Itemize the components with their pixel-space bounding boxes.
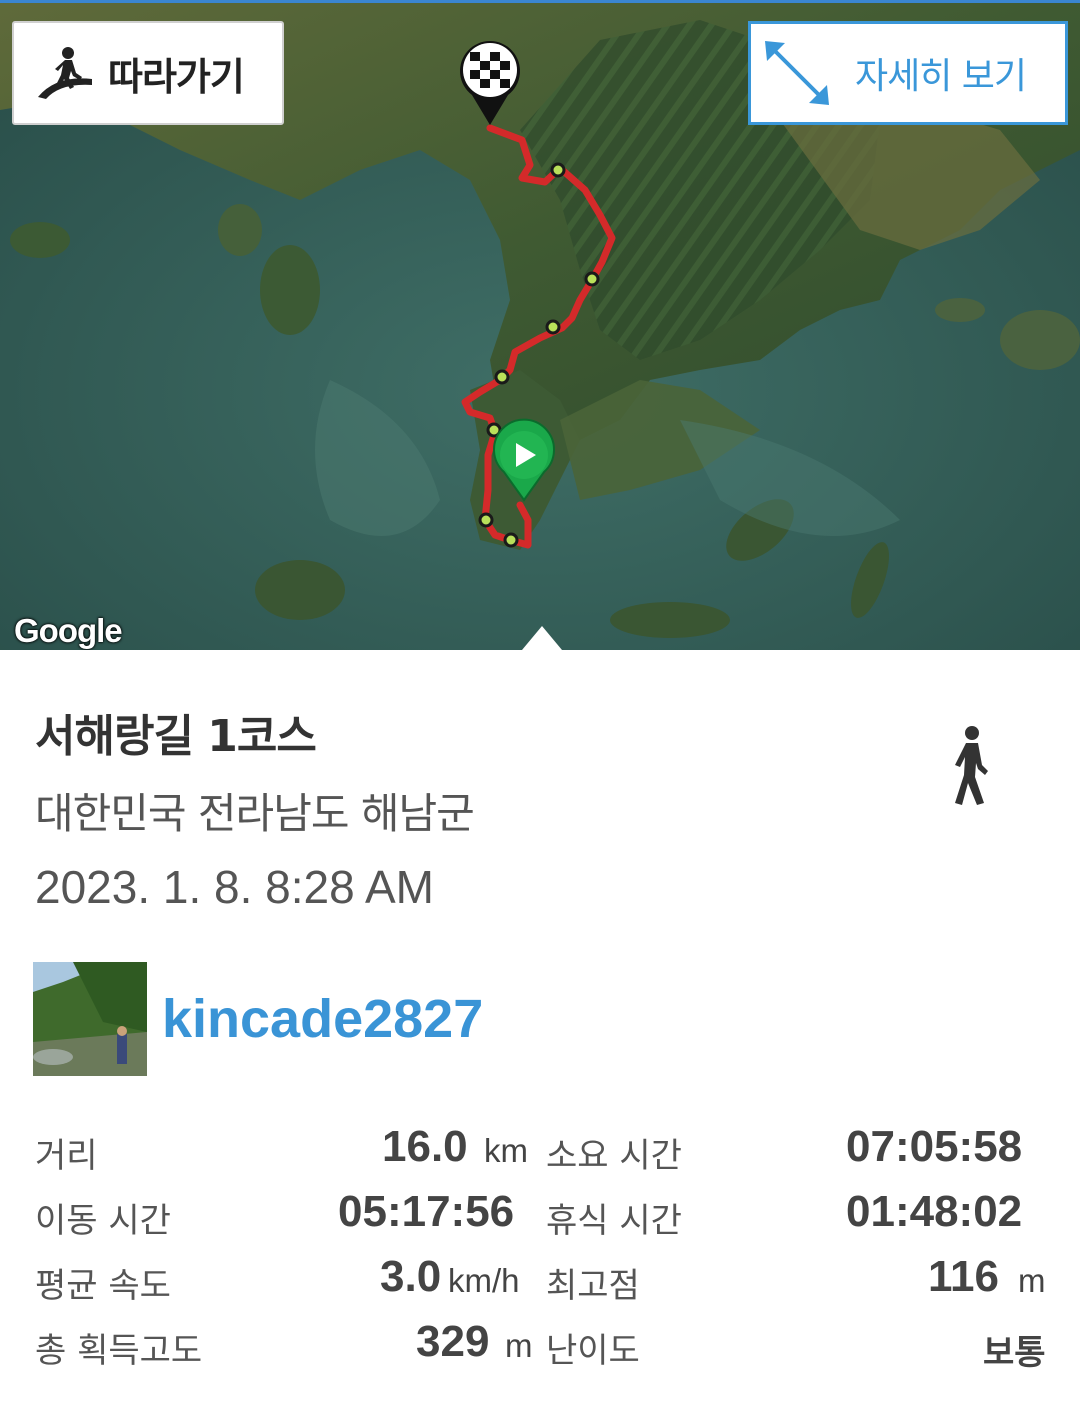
moving-time-value: 05:17:56 — [338, 1187, 515, 1236]
max-altitude-unit: m — [1018, 1262, 1046, 1299]
trip-title: 서해랑길 1코스 — [35, 711, 317, 762]
waypoint-marker[interactable] — [584, 271, 600, 287]
view-details-button[interactable]: 자세히 보기 — [748, 21, 1068, 125]
follow-button[interactable]: 따라가기 — [12, 21, 284, 125]
trip-info-panel: 서해랑길 1코스 대한민국 전라남도 해남군 2023. 1. 8. 8:28 … — [0, 650, 1080, 1401]
stats-row: 이동 시간 05:17:56 휴식 시간 01:48:02 — [0, 1185, 1080, 1250]
waypoint-marker[interactable] — [503, 532, 519, 548]
elevation-gain-label: 총 획득고도 — [35, 1331, 203, 1371]
distance-value: 16.0 — [382, 1122, 468, 1171]
total-time-value: 07:05:58 — [846, 1122, 1023, 1171]
view-details-label: 자세히 보기 — [855, 56, 1027, 97]
walking-icon — [955, 726, 988, 805]
stats-row: 총 획득고도 329 m 난이도 보통 — [0, 1315, 1080, 1380]
trip-location: 대한민국 전라남도 해남군 — [35, 789, 475, 838]
top-accent-line — [0, 0, 1080, 3]
play-icon[interactable] — [493, 418, 555, 502]
avg-speed-label: 평균 속도 — [35, 1266, 171, 1306]
walking-path-icon — [38, 47, 92, 99]
moving-time-label: 이동 시간 — [35, 1201, 171, 1241]
max-altitude-value: 116 — [928, 1252, 999, 1301]
trip-date: 2023. 1. 8. 8:28 AM — [35, 861, 434, 913]
elevation-gain-value: 329 — [416, 1317, 490, 1366]
waypoint-marker[interactable] — [545, 319, 561, 335]
difficulty-value: 보통 — [983, 1334, 1046, 1372]
avatar-photo — [33, 962, 147, 1076]
avg-speed-value: 3.0 — [380, 1252, 442, 1301]
checkered-flag-icon[interactable] — [460, 41, 520, 125]
route-line — [461, 124, 616, 549]
username-link[interactable]: kincade2827 — [162, 988, 483, 1050]
avg-speed-unit: km/h — [448, 1262, 520, 1299]
distance-label: 거리 — [35, 1136, 98, 1176]
expand-icon — [765, 41, 829, 105]
panel-pointer — [522, 626, 562, 650]
stats-row: 평균 속도 3.0 km/h 최고점 116 m — [0, 1250, 1080, 1315]
stats-grid: 거리 16.0 km 소요 시간 07:05:58 이동 시간 05:17:56… — [0, 1120, 1080, 1380]
follow-label: 따라가기 — [108, 54, 245, 99]
waypoint-marker[interactable] — [494, 369, 510, 385]
avatar[interactable] — [33, 962, 147, 1076]
waypoint-marker[interactable] — [478, 512, 494, 528]
map-view[interactable]: 따라가기 자세히 보기 Google — [0, 0, 1080, 650]
stats-row: 거리 16.0 km 소요 시간 07:05:58 — [0, 1120, 1080, 1185]
waypoint-marker[interactable] — [550, 162, 566, 178]
max-altitude-label: 최고점 — [546, 1266, 640, 1306]
google-logo: Google — [14, 612, 123, 649]
elevation-gain-unit: m — [505, 1327, 533, 1364]
total-time-label: 소요 시간 — [546, 1136, 682, 1176]
difficulty-label: 난이도 — [546, 1331, 640, 1371]
rest-time-label: 휴식 시간 — [546, 1201, 682, 1241]
distance-unit: km — [484, 1132, 528, 1169]
rest-time-value: 01:48:02 — [846, 1187, 1023, 1236]
